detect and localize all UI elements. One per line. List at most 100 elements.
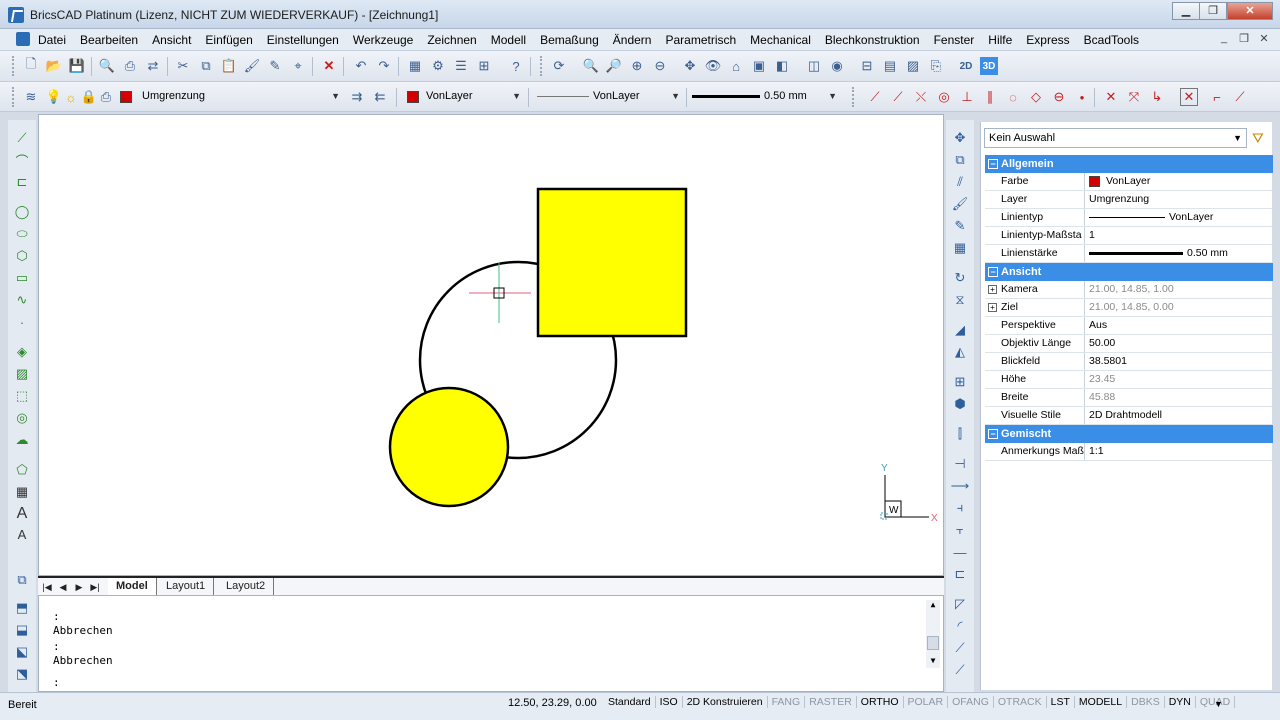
- explorer-icon[interactable]: ☰: [452, 57, 470, 75]
- layer-previous-icon[interactable]: ⇇: [371, 88, 389, 106]
- property-value[interactable]: Aus: [1089, 317, 1107, 334]
- toolbar-grip[interactable]: [540, 56, 543, 76]
- region-icon[interactable]: ◈: [12, 342, 32, 362]
- snap-from-icon[interactable]: ⌐: [1208, 88, 1226, 106]
- lock-icon[interactable]: 🔒: [80, 88, 98, 106]
- rotate-icon[interactable]: ⬓: [12, 620, 32, 640]
- property-row[interactable]: Anmerkungs Maß 1:1: [985, 443, 1273, 461]
- color-dropdown[interactable]: VonLayer ▼: [422, 87, 524, 107]
- previous-tab-icon[interactable]: ◀: [56, 580, 70, 594]
- line-icon[interactable]: ⟋: [12, 128, 32, 148]
- property-row[interactable]: Farbe VonLayer: [985, 173, 1273, 191]
- table-icon[interactable]: ▦: [12, 482, 32, 502]
- status-toggle-dbks[interactable]: DBKS: [1127, 696, 1165, 708]
- edit-icon[interactable]: ✎: [266, 57, 284, 75]
- snap-extension-icon[interactable]: ↳: [1148, 88, 1166, 106]
- polygon-icon[interactable]: ⬡: [12, 246, 32, 266]
- property-row[interactable]: Objektiv Länge 50.00: [985, 335, 1273, 353]
- trim-icon[interactable]: ⊣: [950, 454, 970, 474]
- toolbar-grip[interactable]: [12, 56, 15, 76]
- revision-cloud-icon[interactable]: ☁: [12, 430, 32, 450]
- mtext-icon[interactable]: A: [12, 504, 32, 524]
- menu-item-3[interactable]: Einfügen: [205, 33, 259, 47]
- mdi-close-icon[interactable]: ✕: [1256, 32, 1272, 47]
- make-current-icon[interactable]: ⇉: [348, 88, 366, 106]
- property-row[interactable]: Linientyp VonLayer: [985, 209, 1273, 227]
- status-toggle-ofang[interactable]: OFANG: [948, 696, 994, 708]
- status-toggle-polar[interactable]: POLAR: [904, 696, 949, 708]
- property-row[interactable]: + Ziel 21.00, 14.85, 0.00: [985, 299, 1273, 317]
- close-button[interactable]: ✕: [1227, 2, 1273, 20]
- menu-item-15[interactable]: Express: [1026, 33, 1076, 47]
- snap-nearest-icon[interactable]: ✕: [1102, 88, 1120, 106]
- zoom-window-icon[interactable]: 🔎: [605, 57, 623, 75]
- status-toggle-standard[interactable]: Standard: [604, 696, 656, 708]
- menu-item-14[interactable]: Hilfe: [988, 33, 1019, 47]
- scroll-up-icon[interactable]: ▲: [926, 600, 940, 612]
- plot-icon[interactable]: ⎙: [97, 88, 115, 106]
- boundary-icon[interactable]: ⬚: [12, 386, 32, 406]
- move-icon[interactable]: ⬒: [12, 598, 32, 618]
- chamfer-icon[interactable]: ◸: [950, 594, 970, 614]
- polyline-icon[interactable]: ⊏: [12, 172, 32, 192]
- menu-item-8[interactable]: Bemaßung: [540, 33, 606, 47]
- snap-tracking-icon[interactable]: ⟋: [1231, 88, 1249, 106]
- status-toggle-lst[interactable]: LST: [1047, 696, 1075, 708]
- copy-icon[interactable]: ⧉: [950, 150, 970, 170]
- undo-icon[interactable]: ↶: [352, 57, 370, 75]
- menu-item-4[interactable]: Einstellungen: [267, 33, 346, 47]
- scale-icon[interactable]: ⬕: [12, 642, 32, 662]
- menu-item-12[interactable]: Blechkonstruktion: [825, 33, 927, 47]
- named-views-icon[interactable]: ⌂: [727, 57, 745, 75]
- help-icon[interactable]: ?: [507, 57, 525, 75]
- snap-perpendicular-icon[interactable]: ⊥: [958, 88, 976, 106]
- view-icon[interactable]: 👁: [704, 57, 722, 75]
- property-value[interactable]: Umgrenzung: [1089, 191, 1149, 208]
- fillet-icon[interactable]: ◜: [950, 616, 970, 636]
- camera-icon[interactable]: ▣: [750, 57, 768, 75]
- copy-object-icon[interactable]: ⧉: [12, 570, 32, 590]
- spline-icon[interactable]: ∿: [12, 290, 32, 310]
- donut-icon[interactable]: ◎: [12, 408, 32, 428]
- redo-icon[interactable]: ↷: [375, 57, 393, 75]
- hatch-icon[interactable]: ▨: [12, 364, 32, 384]
- property-value[interactable]: 50.00: [1089, 335, 1115, 352]
- filter-icon[interactable]: ⛛: [1252, 130, 1264, 147]
- copy-base-icon[interactable]: ⌖: [289, 57, 307, 75]
- edit-spline-icon[interactable]: ⟋: [950, 660, 970, 680]
- scroll-thumb[interactable]: [927, 636, 939, 650]
- mdi-restore-icon[interactable]: ❐: [1236, 32, 1252, 47]
- status-toggle-dyn[interactable]: DYN: [1165, 696, 1196, 708]
- collapse-icon[interactable]: −: [988, 429, 998, 439]
- break-icon[interactable]: ⫞: [950, 498, 970, 518]
- yellow-circle[interactable]: [388, 386, 510, 508]
- property-row[interactable]: Layer Umgrenzung: [985, 191, 1273, 209]
- scale-icon[interactable]: ◢: [950, 320, 970, 340]
- collapse-icon[interactable]: −: [988, 267, 998, 277]
- property-value[interactable]: 2D Drahtmodell: [1089, 407, 1162, 424]
- attach-icon[interactable]: ⎘: [927, 57, 945, 75]
- tab-layout1[interactable]: Layout1: [158, 578, 215, 595]
- layer-dropdown[interactable]: Umgrenzung ▼: [138, 87, 343, 107]
- menu-item-16[interactable]: BcadTools: [1084, 33, 1146, 47]
- array-icon[interactable]: ▦: [950, 238, 970, 258]
- property-row[interactable]: Linienstärke 0.50 mm: [985, 245, 1273, 263]
- snap-center-icon[interactable]: ◎: [935, 88, 953, 106]
- menu-item-11[interactable]: Mechanical: [750, 33, 818, 47]
- menu-item-0[interactable]: Datei: [38, 33, 73, 47]
- sun-icon[interactable]: ☼: [62, 88, 80, 106]
- section-ansicht[interactable]: − Ansicht: [985, 263, 1273, 281]
- light-bulb-icon[interactable]: 💡: [45, 88, 63, 106]
- edit-polyline-icon[interactable]: ⟋: [950, 638, 970, 658]
- menu-item-9[interactable]: Ändern: [613, 33, 659, 47]
- property-row[interactable]: Breite 45.88: [985, 389, 1273, 407]
- rectangle-icon[interactable]: ▭: [12, 268, 32, 288]
- mdi-minimize-icon[interactable]: _: [1216, 32, 1232, 47]
- delete-icon[interactable]: ✕: [320, 57, 338, 75]
- copy-icon[interactable]: ⧉: [197, 57, 215, 75]
- text-icon[interactable]: A: [12, 524, 32, 544]
- status-toggle-otrack[interactable]: OTRACK: [994, 696, 1047, 708]
- properties-icon[interactable]: ⊞: [475, 57, 493, 75]
- drawing-svg[interactable]: Y X W: [39, 115, 945, 577]
- snap-apparent-icon[interactable]: ⤧: [1125, 88, 1143, 106]
